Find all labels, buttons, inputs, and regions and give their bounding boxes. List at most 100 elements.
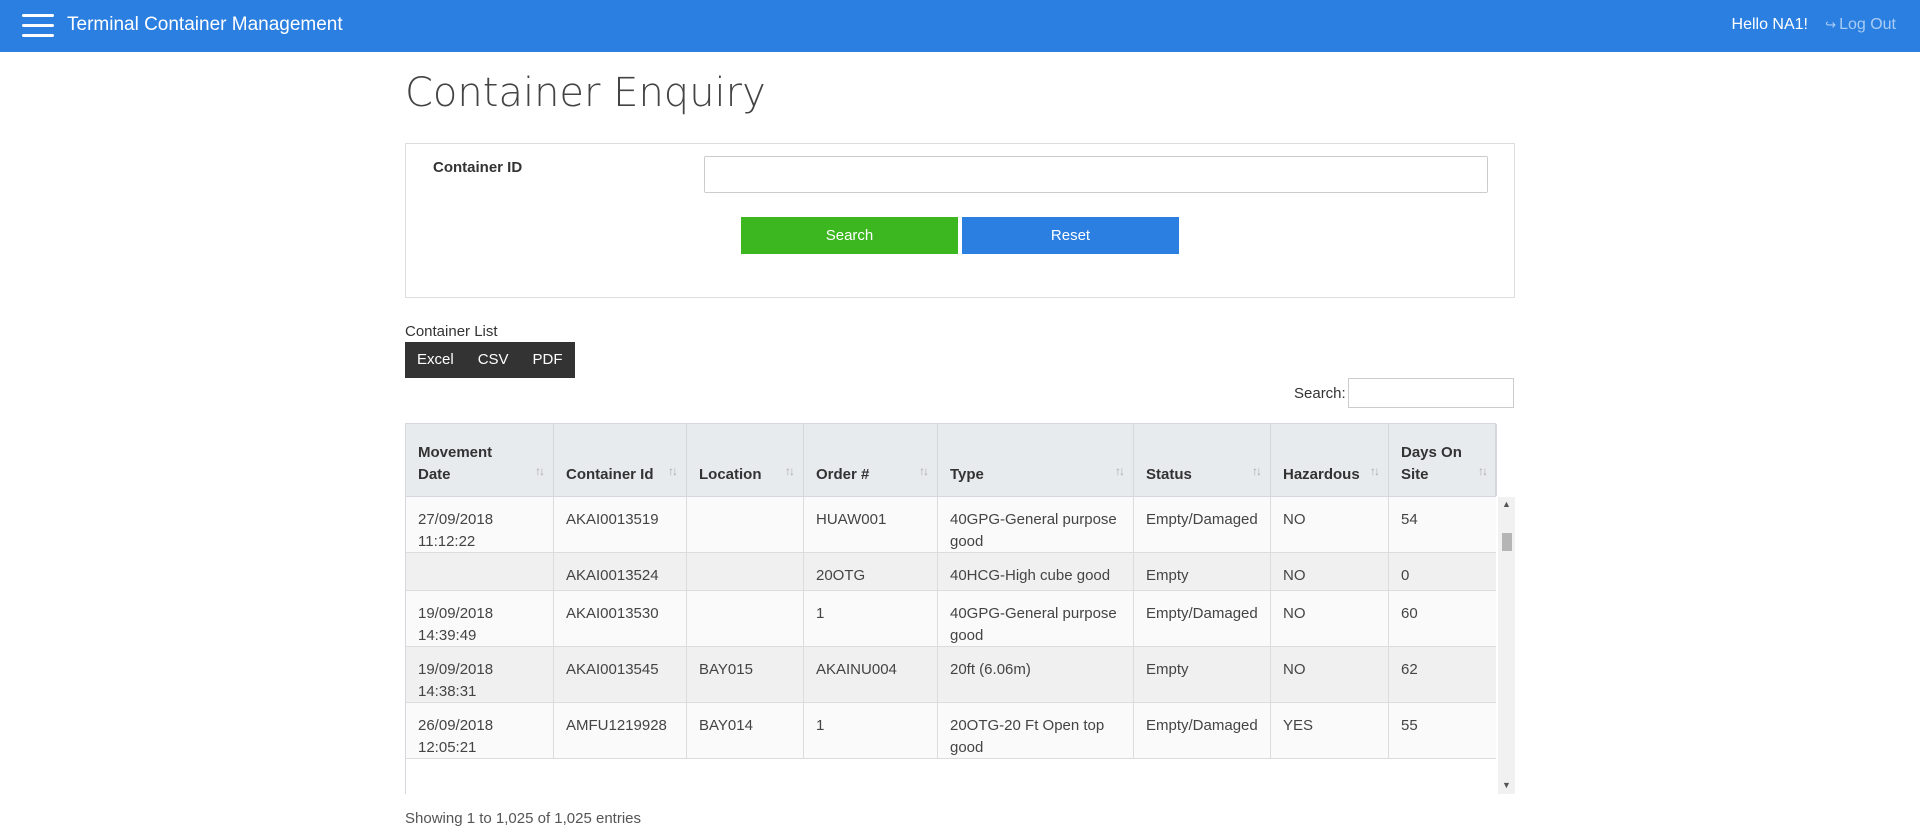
cell-container-id: AKAI0013530 bbox=[554, 591, 687, 646]
column-header-order[interactable]: Order # ↑↓ bbox=[804, 424, 938, 496]
cell-location bbox=[687, 497, 804, 552]
filter-panel: Container ID Search Reset bbox=[405, 143, 1515, 298]
export-pdf-button[interactable]: PDF bbox=[521, 342, 575, 378]
sort-icon[interactable]: ↑↓ bbox=[1252, 460, 1262, 482]
reset-button[interactable]: Reset bbox=[962, 217, 1179, 254]
cell-order: 20OTG bbox=[804, 553, 938, 590]
column-header-label: Order # bbox=[816, 464, 869, 486]
sort-icon[interactable]: ↑↓ bbox=[785, 460, 795, 482]
column-header-line: Date bbox=[418, 466, 451, 483]
column-header-label: Container Id bbox=[566, 464, 654, 486]
top-navbar: Terminal Container Management Hello NA1!… bbox=[0, 0, 1920, 52]
table-search-label: Search: bbox=[1294, 385, 1346, 402]
search-button[interactable]: Search bbox=[741, 217, 958, 254]
column-header-label: Type bbox=[950, 464, 984, 486]
cell-days-on-site: 55 bbox=[1389, 703, 1496, 758]
column-header-container-id[interactable]: Container Id ↑↓ bbox=[554, 424, 687, 496]
column-header-label: Days On Site bbox=[1401, 442, 1462, 486]
column-header-days-on-site[interactable]: Days On Site ↑↓ bbox=[1389, 424, 1497, 496]
column-header-line: Container Id bbox=[566, 466, 654, 483]
cell-status: Empty bbox=[1134, 553, 1271, 590]
table-row[interactable]: AKAI0013524 20OTG 40HCG-High cube good Empt… bbox=[406, 553, 1496, 591]
column-header-label: Status bbox=[1146, 464, 1192, 486]
scroll-down-icon[interactable]: ▼ bbox=[1498, 780, 1515, 792]
column-header-line: Hazardous bbox=[1283, 466, 1360, 483]
cell-hazardous: NO bbox=[1271, 591, 1389, 646]
column-header-label: Movement Date bbox=[418, 442, 492, 486]
export-excel-button[interactable]: Excel bbox=[405, 342, 466, 378]
cell-type: 20OTG-20 Ft Open top good bbox=[938, 703, 1134, 758]
cell-order: 1 bbox=[804, 703, 938, 758]
column-header-line: Movement bbox=[418, 444, 493, 461]
container-id-label: Container ID bbox=[433, 159, 523, 176]
cell-type: 40GPG-General purpose good bbox=[938, 591, 1134, 646]
column-header-movement-date[interactable]: Movement Date ↑↓ bbox=[406, 424, 554, 496]
column-header-hazardous[interactable]: Hazardous ↑↓ bbox=[1271, 424, 1389, 496]
column-header-status[interactable]: Status ↑↓ bbox=[1134, 424, 1271, 496]
cell-hazardous: YES bbox=[1271, 703, 1389, 758]
table-info: Showing 1 to 1,025 of 1,025 entries bbox=[405, 810, 642, 827]
cell-movement-date: 27/09/2018 11:12:22 bbox=[406, 497, 554, 552]
cell-container-id: AKAI0013545 bbox=[554, 647, 687, 702]
cell-movement-date: 26/09/2018 12:05:21 bbox=[406, 703, 554, 758]
sort-icon[interactable]: ↑↓ bbox=[535, 460, 545, 482]
table-row[interactable]: 27/09/2018 11:12:22 AKAI0013519 HUAW001 40G… bbox=[406, 497, 1496, 553]
column-header-label: Location bbox=[699, 464, 762, 486]
sort-icon[interactable]: ↑↓ bbox=[1478, 460, 1488, 482]
cell-movement-date bbox=[406, 553, 554, 590]
cell-location bbox=[687, 553, 804, 590]
column-header-line: Location bbox=[699, 466, 762, 483]
logout-link[interactable]: ↪ Log Out bbox=[1825, 16, 1896, 34]
user-greeting: Hello NA1! bbox=[1731, 16, 1808, 33]
container-list-title: Container List bbox=[405, 323, 498, 340]
column-header-location[interactable]: Location ↑↓ bbox=[687, 424, 804, 496]
cell-status: Empty/Damaged bbox=[1134, 497, 1271, 552]
column-header-line: Status bbox=[1146, 466, 1192, 483]
cell-hazardous: NO bbox=[1271, 553, 1389, 590]
column-header-type[interactable]: Type ↑↓ bbox=[938, 424, 1134, 496]
export-csv-button[interactable]: CSV bbox=[466, 342, 521, 378]
table-scrollbar[interactable]: ▲ ▼ bbox=[1498, 497, 1515, 794]
cell-type: 40GPG-General purpose good bbox=[938, 497, 1134, 552]
cell-status: Empty bbox=[1134, 647, 1271, 702]
scroll-thumb[interactable] bbox=[1502, 533, 1512, 551]
menu-icon[interactable] bbox=[22, 14, 54, 38]
page-title: Container Enquiry bbox=[405, 70, 766, 116]
cell-container-id: AMFU1219928 bbox=[554, 703, 687, 758]
table-row[interactable]: 26/09/2018 12:05:21 AMFU1219928 BAY014 1 20O… bbox=[406, 703, 1496, 759]
cell-days-on-site: 62 bbox=[1389, 647, 1496, 702]
container-id-input[interactable] bbox=[704, 156, 1488, 193]
column-header-line: Type bbox=[950, 466, 984, 483]
sort-icon[interactable]: ↑↓ bbox=[1115, 460, 1125, 482]
cell-order: 1 bbox=[804, 591, 938, 646]
cell-location: BAY015 bbox=[687, 647, 804, 702]
table-row[interactable]: 19/09/2018 14:39:49 AKAI0013530 1 40GPG-Gen… bbox=[406, 591, 1496, 647]
cell-movement-date: 19/09/2018 14:39:49 bbox=[406, 591, 554, 646]
cell-type: 40HCG-High cube good bbox=[938, 553, 1134, 590]
scroll-up-icon[interactable]: ▲ bbox=[1498, 499, 1515, 511]
table-search-input[interactable] bbox=[1348, 378, 1514, 408]
cell-order: AKAINU004 bbox=[804, 647, 938, 702]
column-header-line: Order # bbox=[816, 466, 870, 483]
cell-status: Empty/Damaged bbox=[1134, 591, 1271, 646]
table-body[interactable]: 27/09/2018 11:12:22 AKAI0013519 HUAW001 40G… bbox=[405, 497, 1496, 794]
cell-days-on-site: 60 bbox=[1389, 591, 1496, 646]
table-row[interactable]: 19/09/2018 14:38:31 AKAI0013545 BAY015 AKAI… bbox=[406, 647, 1496, 703]
cell-days-on-site: 0 bbox=[1389, 553, 1496, 590]
export-button-group: Excel CSV PDF bbox=[405, 342, 575, 378]
cell-days-on-site: 54 bbox=[1389, 497, 1496, 552]
table-header: Movement Date ↑↓ Container Id ↑↓ Location ↑↓ Or… bbox=[405, 423, 1497, 497]
app-title[interactable]: Terminal Container Management bbox=[67, 14, 343, 36]
logout-label: Log Out bbox=[1839, 16, 1896, 33]
sort-icon[interactable]: ↑↓ bbox=[1370, 460, 1380, 482]
cell-container-id: AKAI0013519 bbox=[554, 497, 687, 552]
column-header-line: Days On bbox=[1401, 444, 1462, 461]
column-header-label: Hazardous bbox=[1283, 464, 1360, 486]
cell-location bbox=[687, 591, 804, 646]
sign-out-icon: ↪ bbox=[1825, 17, 1837, 32]
container-table: Movement Date ↑↓ Container Id ↑↓ Location ↑↓ Or… bbox=[405, 423, 1515, 794]
sort-icon[interactable]: ↑↓ bbox=[668, 460, 678, 482]
cell-location: BAY014 bbox=[687, 703, 804, 758]
cell-container-id: AKAI0013524 bbox=[554, 553, 687, 590]
sort-icon[interactable]: ↑↓ bbox=[919, 460, 929, 482]
